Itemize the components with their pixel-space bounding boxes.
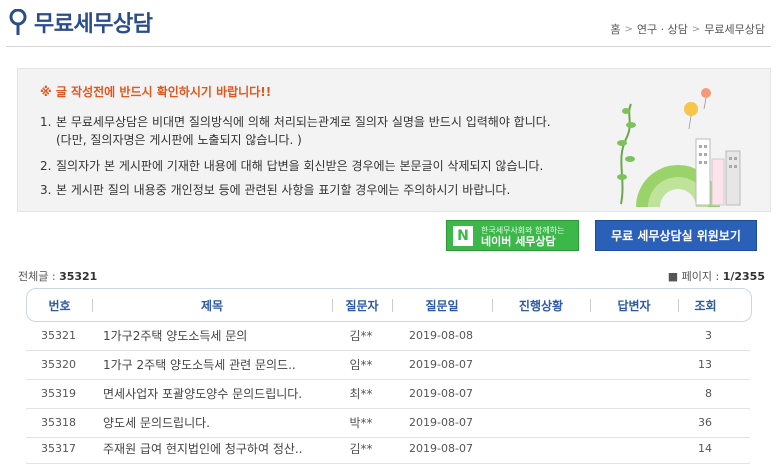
breadcrumb: 홈 > 연구 · 상담 > 무료세무상담: [610, 21, 765, 37]
header-divider: [6, 46, 771, 47]
total-count: 전체글 : 35321: [18, 270, 98, 283]
naver-button-subtitle: 한국세무사회와 함께하는: [481, 225, 565, 235]
row-subject-link[interactable]: 1가구2주택 양도소득세 문의: [91, 327, 331, 344]
breadcrumb-current[interactable]: 무료세무상담: [704, 21, 765, 37]
notice-item: 2. 질의자가 본 게시판에 기재한 내용에 대해 답변을 회신받은 경우에는 본…: [40, 159, 544, 173]
notice-box: ※ 글 작성전에 반드시 확인하시기 바랍니다!! 1. 본 무료세무상담은 비대…: [17, 68, 771, 212]
chevron-right-icon: >: [691, 23, 701, 35]
view-committee-button[interactable]: 무료 세무상담실 위원보기: [595, 220, 757, 251]
col-header-asker: 질문자: [332, 297, 392, 314]
location-pin-icon: [9, 9, 27, 35]
page-header: 무료세무상담 홈 > 연구 · 상담 > 무료세무상담: [0, 0, 777, 46]
notice-warning: ※ 글 작성전에 반드시 확인하시기 바랍니다!!: [40, 85, 272, 99]
col-header-subject: 제목: [92, 297, 332, 314]
table-row[interactable]: 35319 면세사업자 포괄양도양수 문의드립니다. 최** 2019-08-0…: [26, 379, 750, 409]
city-illustration-icon: [617, 88, 741, 207]
table-row[interactable]: 35317 주재원 급여 현지법인에 청구하여 정산.. 김** 2019-08…: [26, 434, 750, 464]
col-header-views: 조회: [678, 297, 733, 314]
row-subject-link[interactable]: 양도세 문의드립니다.: [91, 414, 331, 431]
page-info: ■ 페이지 : 1/2355: [667, 270, 765, 283]
row-subject-link[interactable]: 주재원 급여 현지법인에 청구하여 정산..: [91, 440, 331, 457]
breadcrumb-home[interactable]: 홈: [610, 21, 620, 37]
row-subject-link[interactable]: 면세사업자 포괄양도양수 문의드립니다.: [91, 385, 331, 402]
table-row[interactable]: 35320 1가구 2주택 양도소득세 관련 문의드.. 임** 2019-08…: [26, 350, 750, 380]
table-header: 번호 제목 질문자 질문일 진행상황 답변자 조회: [26, 288, 752, 322]
col-header-number: 번호: [48, 298, 71, 313]
notice-item: 3. 본 게시판 질의 내용중 개인정보 등에 관련된 사항을 표기할 경우에는 …: [40, 183, 511, 197]
chevron-right-icon: >: [624, 23, 633, 35]
notice-item-sub: (다만, 질의자명은 게시판에 노출되지 않습니다. ): [56, 133, 302, 147]
naver-consult-button[interactable]: N 한국세무사회와 함께하는 네이버 세무상담: [446, 220, 579, 251]
naver-button-label: 네이버 세무상담: [481, 234, 556, 248]
naver-logo-icon: N: [453, 225, 473, 246]
page-icon: ■: [667, 270, 679, 283]
row-subject-link[interactable]: 1가구 2주택 양도소득세 관련 문의드..: [91, 356, 331, 373]
breadcrumb-research[interactable]: 연구 · 상담: [637, 21, 688, 37]
table-row[interactable]: 35321 1가구2주택 양도소득세 문의 김** 2019-08-08 3: [26, 321, 750, 351]
col-header-status: 진행상황: [492, 297, 590, 314]
notice-item: 1. 본 무료세무상담은 비대면 질의방식에 의해 처리되는관계로 질의자 실명을…: [40, 115, 551, 129]
col-header-date: 질문일: [392, 297, 492, 314]
col-header-answerer: 답변자: [590, 297, 678, 314]
page-title: 무료세무상담: [34, 12, 153, 37]
